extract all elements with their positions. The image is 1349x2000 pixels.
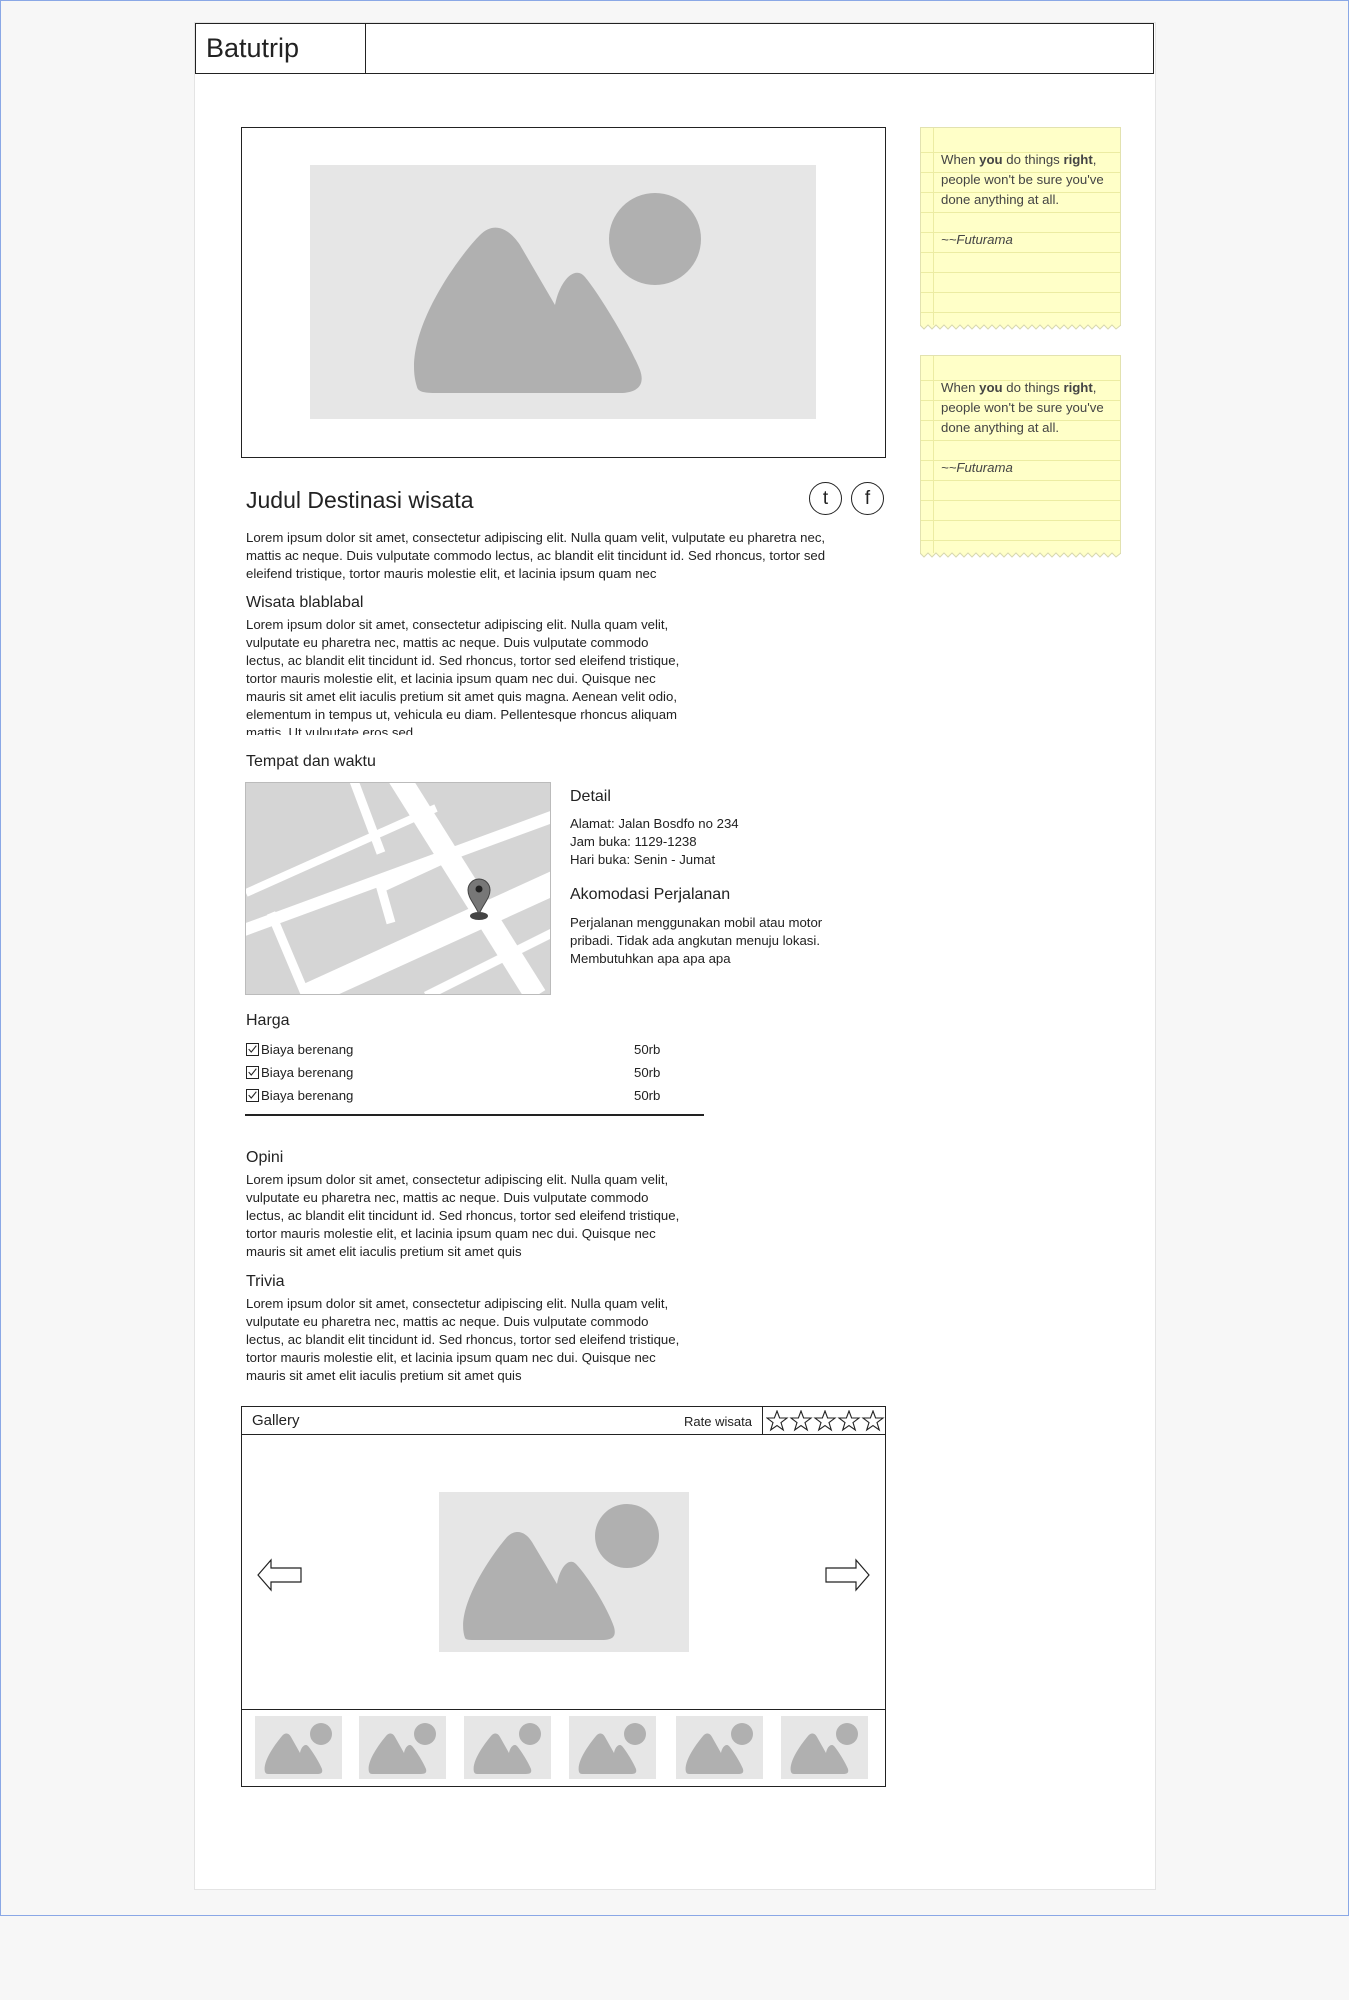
- note-text-part: When: [941, 152, 980, 167]
- note-text-part: When: [941, 380, 980, 395]
- gallery-header: Gallery Rate wisata: [242, 1407, 885, 1435]
- price-label: Biaya berenang: [261, 1042, 354, 1057]
- rate-divider: [762, 1407, 763, 1434]
- trivia-text: Lorem ipsum dolor sit amet, consectetur …: [246, 1296, 680, 1383]
- opini-heading: Opini: [246, 1149, 284, 1166]
- price-label: Biaya berenang: [261, 1065, 354, 1080]
- star-icon: [789, 1409, 813, 1432]
- rate-label: Rate wisata: [684, 1414, 752, 1429]
- twitter-icon[interactable]: t: [809, 482, 842, 515]
- price-row: Biaya berenang 50rb: [246, 1084, 666, 1107]
- gallery-thumbnail[interactable]: [255, 1716, 342, 1779]
- detail-heading: Detail: [570, 788, 611, 805]
- note-quote: When you do things right, people won't b…: [941, 378, 1106, 478]
- note-zigzag-edge: [920, 552, 1121, 558]
- star-icon: [813, 1409, 837, 1432]
- note-attribution: ~~Futurama: [941, 232, 1013, 247]
- gallery-main-image[interactable]: [439, 1492, 689, 1652]
- hero-image: [241, 127, 886, 458]
- note-bold: right: [1063, 380, 1093, 395]
- price-label: Biaya berenang: [261, 1088, 354, 1103]
- price-divider: [245, 1114, 704, 1116]
- section-heading-location: Tempat dan waktu: [246, 753, 376, 770]
- star-icon: [837, 1409, 861, 1432]
- gallery-thumbnail[interactable]: [781, 1716, 868, 1779]
- price-list: Biaya berenang 50rb Biaya berenang 50rb …: [246, 1038, 666, 1107]
- note-text-part: do things: [1002, 380, 1064, 395]
- note-quote: When you do things right, people won't b…: [941, 150, 1106, 250]
- detail-hours: Jam buka: 1129-1238: [570, 834, 697, 849]
- trivia-heading: Trivia: [246, 1273, 285, 1290]
- facebook-icon[interactable]: f: [851, 482, 884, 515]
- checkbox-icon[interactable]: [246, 1089, 259, 1102]
- gallery-thumbnail[interactable]: [359, 1716, 446, 1779]
- intro-text: Lorem ipsum dolor sit amet, consectetur …: [246, 530, 826, 581]
- opini-text: Lorem ipsum dolor sit amet, consectetur …: [246, 1172, 680, 1259]
- detail-address: Alamat: Jalan Bosdfo no 234: [570, 816, 739, 831]
- page-title: Judul Destinasi wisata: [246, 487, 474, 513]
- location-map[interactable]: [245, 782, 551, 995]
- note-margin: [933, 128, 934, 325]
- note-margin: [933, 356, 934, 553]
- transport-text: Perjalanan menggunakan mobil atau motor …: [570, 915, 823, 966]
- gallery-thumbnail[interactable]: [569, 1716, 656, 1779]
- sticky-note: When you do things right, people won't b…: [920, 355, 1121, 558]
- gallery-thumb-divider: [242, 1709, 885, 1710]
- image-placeholder-icon: [310, 165, 816, 419]
- note-text-part: do things: [1002, 152, 1064, 167]
- gallery-heading: Gallery: [252, 1412, 300, 1429]
- star-rating[interactable]: [765, 1409, 886, 1437]
- price-value: 50rb: [634, 1042, 661, 1057]
- section-text-wisata: Lorem ipsum dolor sit amet, consectetur …: [246, 617, 680, 735]
- price-value: 50rb: [634, 1088, 661, 1103]
- price-heading: Harga: [246, 1012, 290, 1029]
- checkbox-icon[interactable]: [246, 1066, 259, 1079]
- arrow-right-icon[interactable]: [824, 1557, 870, 1598]
- price-row: Biaya berenang 50rb: [246, 1038, 666, 1061]
- gallery-thumbnail[interactable]: [676, 1716, 763, 1779]
- checkbox-icon[interactable]: [246, 1043, 259, 1056]
- note-bold: right: [1063, 152, 1093, 167]
- note-bold: you: [979, 152, 1003, 167]
- note-zigzag-edge: [920, 324, 1121, 330]
- section-heading-wisata: Wisata blablabal: [246, 594, 364, 611]
- site-header: Batutrip: [195, 23, 1154, 74]
- transport-heading: Akomodasi Perjalanan: [570, 886, 731, 903]
- price-row: Biaya berenang 50rb: [246, 1061, 666, 1084]
- star-icon: [861, 1409, 885, 1432]
- site-logo[interactable]: Batutrip: [196, 24, 366, 73]
- note-attribution: ~~Futurama: [941, 460, 1013, 475]
- gallery-thumbnail[interactable]: [464, 1716, 551, 1779]
- star-icon: [765, 1409, 789, 1432]
- price-value: 50rb: [634, 1065, 661, 1080]
- note-bold: you: [979, 380, 1003, 395]
- sticky-note: When you do things right, people won't b…: [920, 127, 1121, 330]
- detail-days: Hari buka: Senin - Jumat: [570, 852, 716, 867]
- arrow-left-icon[interactable]: [257, 1557, 303, 1598]
